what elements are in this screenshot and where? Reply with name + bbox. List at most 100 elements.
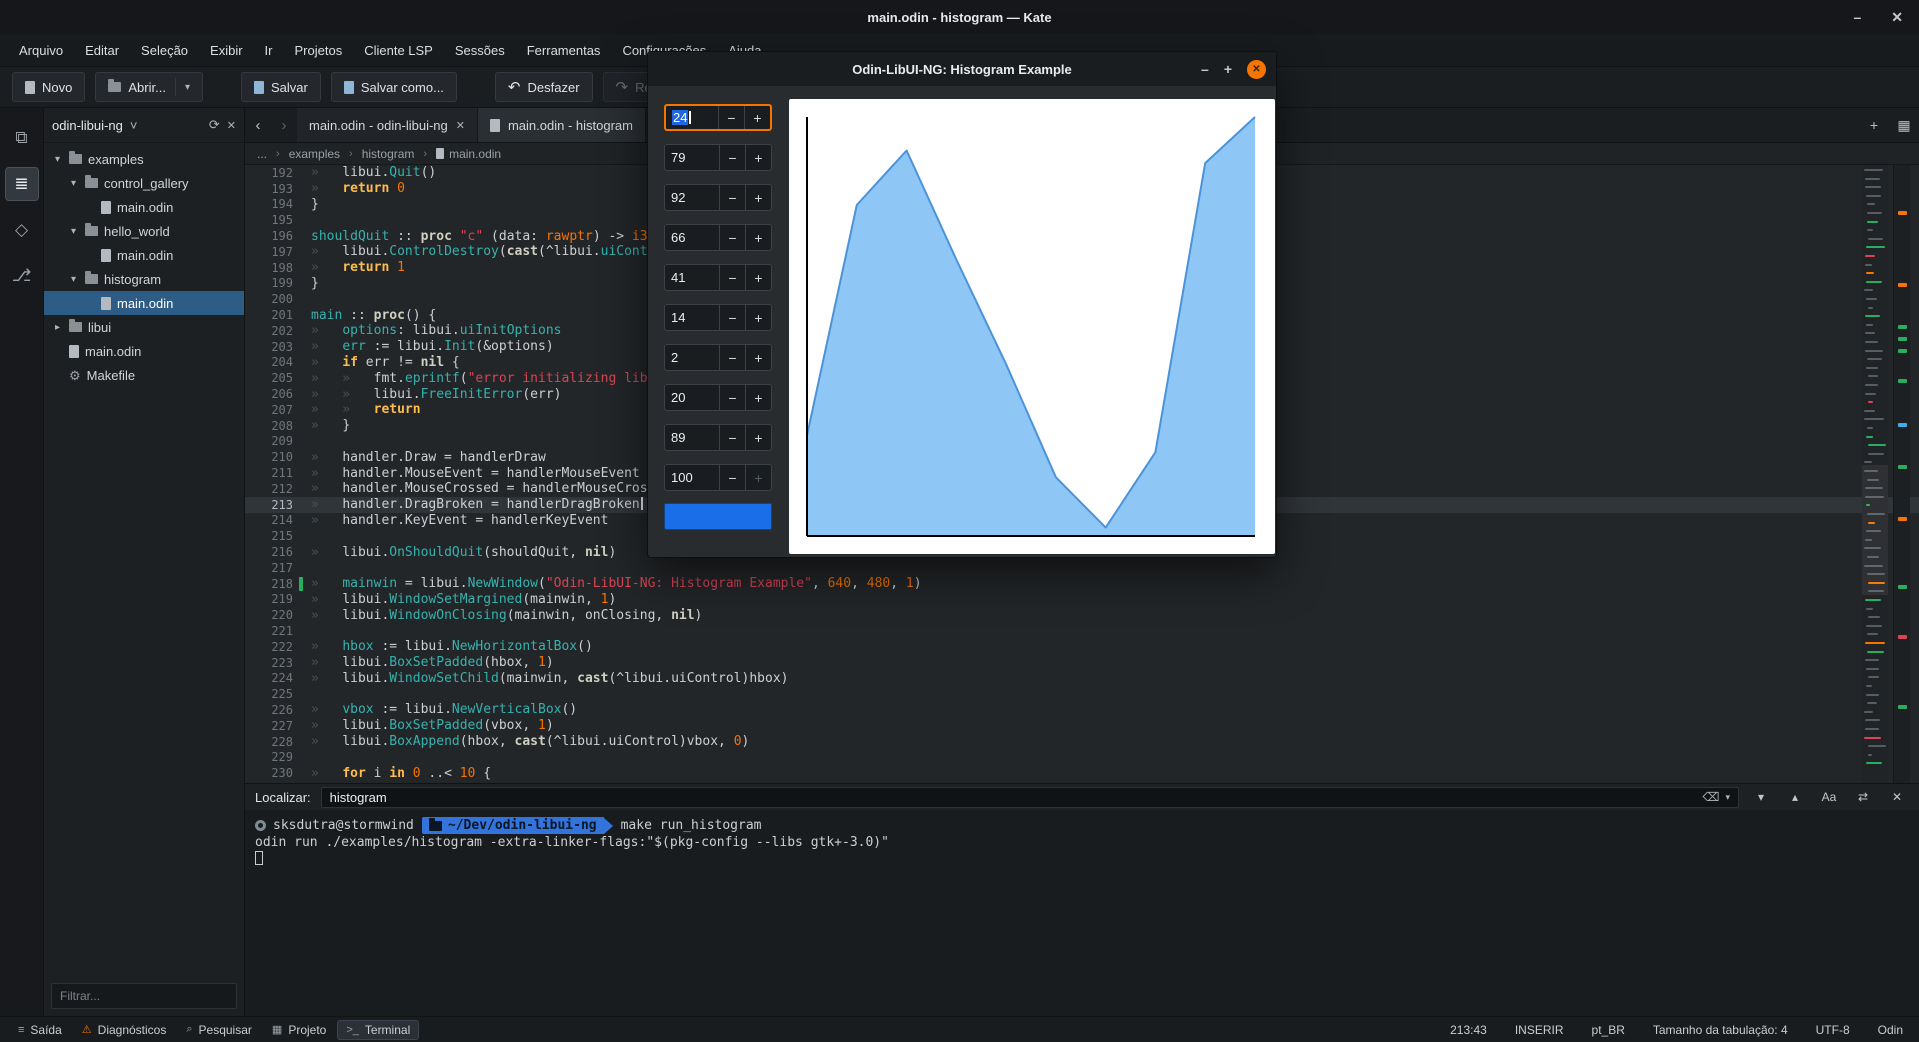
code-line[interactable]: 218» mainwin = libui.NewWindow("Odin-Lib… [245, 576, 1919, 592]
tree-item-histogram[interactable]: ▾ histogram [44, 267, 244, 291]
spin-plus-button[interactable]: + [745, 345, 771, 370]
spinbox-6[interactable]: 2− + [664, 344, 772, 371]
open-dropdown-icon[interactable]: ▾ [185, 82, 190, 93]
spin-plus-button[interactable]: + [745, 465, 771, 490]
dialog-maximize-icon[interactable]: + [1224, 61, 1232, 77]
refresh-icon[interactable]: ⟳ [209, 117, 220, 133]
tree-item-hello-world[interactable]: ▾ hello_world [44, 219, 244, 243]
find-close-icon[interactable]: ✕ [1885, 790, 1909, 804]
menu-item-cliente-lsp[interactable]: Cliente LSP [353, 34, 444, 66]
code-line[interactable]: 224» libui.WindowSetChild(mainwin, cast(… [245, 671, 1919, 687]
code-line[interactable]: 223» libui.BoxSetPadded(hbox, 1) [245, 655, 1919, 671]
tree-item-main-odin[interactable]: main.odin [44, 195, 244, 219]
spinbox-value[interactable]: 79 [665, 150, 719, 165]
find-prev-icon[interactable]: ▴ [1783, 790, 1807, 804]
find-next-icon[interactable]: ▾ [1749, 790, 1773, 804]
spin-plus-button[interactable]: + [744, 106, 770, 129]
spinbox-value[interactable]: 41 [665, 270, 719, 285]
statusbar-item-pesquisar[interactable]: ⌕ Pesquisar [178, 1021, 260, 1039]
split-view-icon[interactable]: ▦ [1889, 108, 1919, 142]
match-case-icon[interactable]: Aa [1817, 790, 1841, 804]
spin-minus-button[interactable]: − [719, 345, 745, 370]
statusbar-field[interactable]: Tamanho da tabulação: 4 [1653, 1023, 1788, 1037]
nav-back-icon[interactable]: ‹ [245, 108, 271, 142]
dialog-minimize-icon[interactable]: – [1201, 61, 1209, 77]
tab-close-icon[interactable]: ✕ [456, 119, 465, 132]
breadcrumb-item[interactable]: ... [257, 147, 267, 161]
spinbox-3[interactable]: 66− + [664, 224, 772, 251]
code-line[interactable]: 217 [245, 560, 1919, 576]
expander-icon[interactable]: ▾ [52, 154, 63, 165]
documents-tool-icon[interactable]: ⧉ [6, 122, 38, 154]
spinbox-9[interactable]: 100− + [664, 464, 772, 491]
spin-minus-button[interactable]: − [719, 425, 745, 450]
menu-item-exibir[interactable]: Exibir [199, 34, 254, 66]
close-icon[interactable]: ✕ [1891, 9, 1903, 26]
menu-item-editar[interactable]: Editar [74, 34, 130, 66]
scrollbar-marks[interactable] [1893, 165, 1910, 783]
spinbox-value[interactable]: 2 [665, 350, 719, 365]
code-line[interactable]: 226» vbox := libui.NewVerticalBox() [245, 702, 1919, 718]
statusbar-field[interactable]: INSERIR [1515, 1023, 1564, 1037]
code-line[interactable]: 227» libui.BoxSetPadded(vbox, 1) [245, 718, 1919, 734]
menu-item-ferramentas[interactable]: Ferramentas [516, 34, 612, 66]
spinbox-7[interactable]: 20− + [664, 384, 772, 411]
save-button[interactable]: Salvar [240, 72, 321, 102]
project-name[interactable]: odin-libui-ng [52, 118, 123, 133]
spin-plus-button[interactable]: + [745, 305, 771, 330]
dialog-close-icon[interactable]: ✕ [1247, 59, 1266, 79]
breadcrumb-item[interactable]: main.odin [436, 147, 501, 161]
undo-button[interactable]: ↶ Desfazer [494, 72, 593, 102]
code-line[interactable]: 230» for i in 0 ..< 10 { [245, 765, 1919, 781]
breadcrumb-item[interactable]: histogram [362, 147, 415, 161]
power-search-icon[interactable]: ⇄ [1851, 790, 1875, 804]
spin-plus-button[interactable]: + [745, 425, 771, 450]
spin-minus-button[interactable]: − [719, 265, 745, 290]
minimize-icon[interactable]: – [1853, 9, 1861, 25]
symbols-tool-icon[interactable]: ⎇ [6, 260, 38, 292]
spin-plus-button[interactable]: + [745, 385, 771, 410]
tree-item-main-odin[interactable]: main.odin [44, 339, 244, 363]
new-tab-icon[interactable]: + [1859, 108, 1889, 142]
open-button[interactable]: Abrir... ▾ [95, 72, 203, 102]
code-line[interactable]: 222» hbox := libui.NewHorizontalBox() [245, 639, 1919, 655]
expander-icon[interactable]: ▾ [68, 226, 79, 237]
statusbar-item-projeto[interactable]: ▦ Projeto [264, 1021, 334, 1039]
statusbar-field[interactable]: pt_BR [1592, 1023, 1625, 1037]
tree-item-main-odin[interactable]: main.odin [44, 291, 244, 315]
save-as-button[interactable]: Salvar como... [330, 72, 457, 102]
spinbox-value[interactable]: 14 [665, 310, 719, 325]
statusbar-item-sa-da[interactable]: ≡ Saída [10, 1021, 70, 1039]
menu-item-ir[interactable]: Ir [254, 34, 284, 66]
statusbar-field[interactable]: UTF-8 [1816, 1023, 1850, 1037]
statusbar-item-diagn-sticos[interactable]: ⚠ Diagnósticos [74, 1021, 175, 1039]
statusbar-field[interactable]: Odin [1878, 1023, 1903, 1037]
minimap[interactable] [1862, 165, 1888, 783]
menu-item-sess-es[interactable]: Sessões [444, 34, 516, 66]
spin-plus-button[interactable]: + [745, 225, 771, 250]
spinbox-4[interactable]: 41− + [664, 264, 772, 291]
menu-item-sele-o[interactable]: Seleção [130, 34, 199, 66]
project-dropdown-icon[interactable]: ˅ [130, 118, 138, 133]
code-line[interactable]: 220» libui.WindowOnClosing(mainwin, onCl… [245, 607, 1919, 623]
color-button[interactable] [664, 503, 772, 530]
tree-item-Makefile[interactable]: ⚙ Makefile [44, 363, 244, 387]
spinbox-2[interactable]: 92− + [664, 184, 772, 211]
spinbox-value[interactable]: 100 [665, 470, 719, 485]
minimap-viewport[interactable] [1862, 465, 1888, 595]
menu-item-arquivo[interactable]: Arquivo [8, 34, 74, 66]
spin-plus-button[interactable]: + [745, 145, 771, 170]
spin-minus-button[interactable]: − [719, 185, 745, 210]
menu-item-projetos[interactable]: Projetos [284, 34, 354, 66]
filter-input[interactable]: Filtrar... [51, 983, 237, 1009]
spinbox-5[interactable]: 14− + [664, 304, 772, 331]
spinbox-value[interactable]: 20 [665, 390, 719, 405]
statusbar-item-terminal[interactable]: >_ Terminal [337, 1019, 420, 1040]
spinbox-value[interactable]: 89 [665, 430, 719, 445]
code-line[interactable]: 229 [245, 749, 1919, 765]
code-line[interactable]: 221 [245, 623, 1919, 639]
tab-main-odin-histogram[interactable]: main.odin - histogram [477, 108, 646, 142]
spin-minus-button[interactable]: − [719, 385, 745, 410]
nav-forward-icon[interactable]: › [271, 108, 297, 142]
panel-close-icon[interactable]: ✕ [227, 119, 236, 132]
